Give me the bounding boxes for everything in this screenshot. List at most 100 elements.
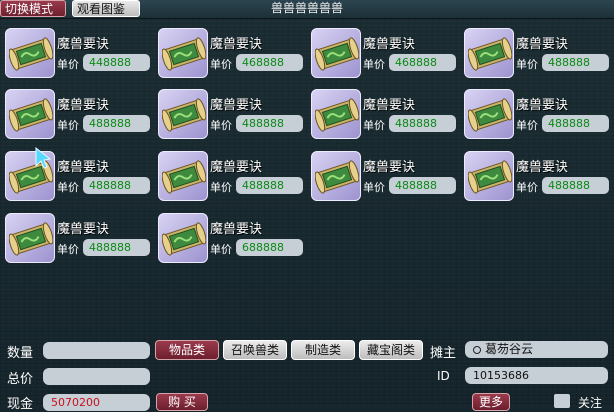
item-slot[interactable] <box>464 28 514 78</box>
item-name: 魔兽要诀 <box>57 98 110 113</box>
item-price: 488888 <box>83 115 150 132</box>
price-label: 单价 <box>57 119 79 132</box>
skill-book-icon <box>162 160 206 194</box>
shop-item[interactable]: 魔兽要诀单价 488888 <box>311 89 456 141</box>
item-name: 魔兽要诀 <box>363 98 416 113</box>
item-slot[interactable] <box>158 151 208 201</box>
skill-book-icon <box>468 98 512 132</box>
item-slot[interactable] <box>5 213 55 263</box>
item-slot[interactable] <box>158 28 208 78</box>
skill-book-icon <box>162 222 206 256</box>
item-slot[interactable] <box>158 213 208 263</box>
total-label: 总价 <box>7 372 34 387</box>
total-price-field <box>43 368 150 385</box>
price-label: 单价 <box>57 243 79 256</box>
owner-name: 葛芴谷云 <box>485 342 534 356</box>
item-name: 魔兽要诀 <box>363 37 416 52</box>
skill-book-icon <box>315 37 359 71</box>
shop-item[interactable]: 魔兽要诀单价 488888 <box>311 151 456 203</box>
item-name: 魔兽要诀 <box>57 37 110 52</box>
price-label: 单价 <box>363 119 385 132</box>
category-items-button[interactable]: 物品类 <box>155 340 219 360</box>
item-price: 488888 <box>83 177 150 194</box>
skill-book-icon <box>315 98 359 132</box>
shop-item[interactable]: 魔兽要诀单价 488888 <box>5 89 150 141</box>
price-label: 单价 <box>516 58 538 71</box>
category-crafting-button[interactable]: 制造类 <box>291 340 355 360</box>
item-price: 488888 <box>389 115 456 132</box>
shop-item[interactable]: 魔兽要诀单价 488888 <box>5 213 150 265</box>
item-price: 488888 <box>83 239 150 256</box>
skill-book-icon <box>162 37 206 71</box>
item-slot[interactable] <box>5 89 55 139</box>
price-label: 单价 <box>210 58 232 71</box>
item-name: 魔兽要诀 <box>516 160 569 175</box>
owner-id-field: 10153686 <box>465 367 608 384</box>
quantity-label: 数量 <box>7 346 34 361</box>
shop-item[interactable]: 魔兽要诀单价 488888 <box>5 151 150 203</box>
owner-status-icon <box>473 345 481 354</box>
item-name: 魔兽要诀 <box>210 37 263 52</box>
item-name: 魔兽要诀 <box>210 222 263 237</box>
shop-item[interactable]: 魔兽要诀单价 488888 <box>464 89 609 141</box>
cash-field: 5070200 <box>43 394 150 411</box>
item-slot[interactable] <box>311 89 361 139</box>
skill-book-icon <box>9 222 53 256</box>
item-slot[interactable] <box>311 28 361 78</box>
item-name: 魔兽要诀 <box>516 37 569 52</box>
item-price: 488888 <box>542 115 609 132</box>
item-slot[interactable] <box>158 89 208 139</box>
owner-label: 摊主 <box>430 346 457 361</box>
item-slot[interactable] <box>5 28 55 78</box>
item-slot[interactable] <box>464 151 514 201</box>
skill-book-icon <box>9 98 53 132</box>
item-price: 488888 <box>236 115 303 132</box>
skill-book-icon <box>468 160 512 194</box>
follow-label: 关注 <box>578 396 603 410</box>
quantity-input[interactable] <box>43 342 150 359</box>
shop-item[interactable]: 魔兽要诀单价 488888 <box>158 151 303 203</box>
item-name: 魔兽要诀 <box>210 98 263 113</box>
item-name: 魔兽要诀 <box>57 222 110 237</box>
category-pets-button[interactable]: 召唤兽类 <box>223 340 287 360</box>
price-label: 单价 <box>516 181 538 194</box>
skill-book-icon <box>468 37 512 71</box>
item-price: 488888 <box>236 177 303 194</box>
item-price: 488888 <box>542 54 609 71</box>
price-label: 单价 <box>363 58 385 71</box>
item-price: 468888 <box>389 54 456 71</box>
skill-book-icon <box>9 37 53 71</box>
item-price: 468888 <box>236 54 303 71</box>
price-label: 单价 <box>57 58 79 71</box>
price-label: 单价 <box>210 181 232 194</box>
item-name: 魔兽要诀 <box>363 160 416 175</box>
shop-item[interactable]: 魔兽要诀单价 488888 <box>464 28 609 80</box>
price-label: 单价 <box>210 119 232 132</box>
price-label: 单价 <box>363 181 385 194</box>
shop-item[interactable]: 魔兽要诀单价 468888 <box>158 28 303 80</box>
shop-item[interactable]: 魔兽要诀单价 488888 <box>158 89 303 141</box>
price-label: 单价 <box>57 181 79 194</box>
shop-item[interactable]: 魔兽要诀 单价 488888 <box>464 151 609 203</box>
more-button[interactable]: 更多 <box>472 393 510 411</box>
id-label: ID <box>437 369 450 383</box>
skill-book-icon <box>315 160 359 194</box>
category-treasure-button[interactable]: 藏宝阁类 <box>359 340 423 360</box>
stall-title: 兽兽兽兽兽兽 <box>270 1 343 15</box>
buy-button[interactable]: 购 买 <box>156 393 208 411</box>
item-slot[interactable] <box>464 89 514 139</box>
item-name: 魔兽要诀 <box>210 160 263 175</box>
item-slot[interactable] <box>311 151 361 201</box>
item-price: 688888 <box>236 239 303 256</box>
item-name: 魔兽要诀 <box>57 160 110 175</box>
selected-cursor-icon <box>35 147 52 169</box>
price-label: 单价 <box>516 119 538 132</box>
item-name: 魔兽要诀 <box>516 98 569 113</box>
price-label: 单价 <box>210 243 232 256</box>
item-price: 488888 <box>389 177 456 194</box>
skill-book-icon <box>162 98 206 132</box>
shop-item[interactable]: 魔兽要诀单价 688888 <box>158 213 303 265</box>
shop-item[interactable]: 魔兽要诀单价 468888 <box>311 28 456 80</box>
shop-item[interactable]: 魔兽要诀单价 448888 <box>5 28 150 80</box>
item-price: 448888 <box>83 54 150 71</box>
